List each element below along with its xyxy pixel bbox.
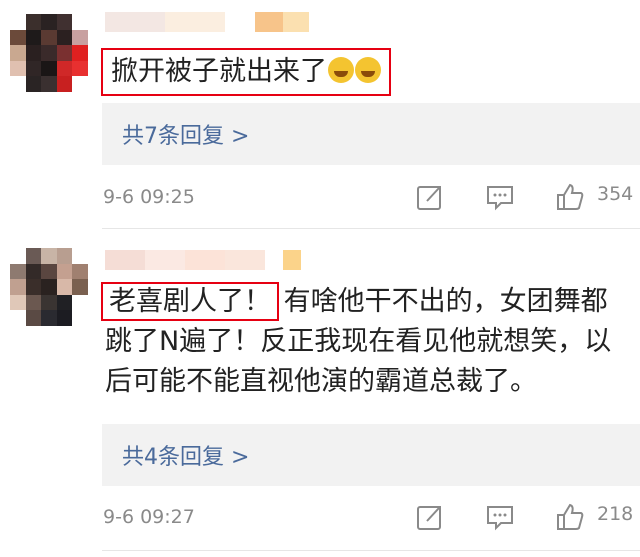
comment-meta: 9-6 09:27 218 bbox=[103, 500, 640, 534]
like-count: 218 bbox=[597, 503, 634, 525]
view-replies-link[interactable]: 共7条回复 > bbox=[122, 118, 249, 150]
action-bar: 354 bbox=[415, 180, 640, 214]
divider bbox=[102, 550, 640, 551]
avatar-blurred[interactable] bbox=[10, 14, 88, 92]
laughing-emoji-icon bbox=[355, 56, 381, 83]
like-icon[interactable] bbox=[555, 502, 585, 532]
replies-box: 共4条回复 > bbox=[102, 424, 640, 486]
divider bbox=[102, 228, 640, 229]
timestamp: 9-6 09:25 bbox=[103, 186, 195, 208]
crying-laughing-emoji-icon bbox=[328, 56, 354, 83]
comment-text-body: 掀开被子就出来了 bbox=[111, 56, 327, 87]
comment-1: 掀开被子就出来了 共7条回复 > 9-6 09:25 354 bbox=[0, 0, 640, 230]
replies-box: 共7条回复 > bbox=[102, 103, 640, 165]
avatar-blurred[interactable] bbox=[10, 248, 88, 326]
comment-text: 老喜剧人了！ 有啥他干不出的，女团舞都跳了N遍了！反正我现在看见他就想笑，以后可… bbox=[101, 282, 634, 402]
like-count: 354 bbox=[597, 183, 634, 205]
comment-icon[interactable] bbox=[485, 182, 515, 212]
share-icon[interactable] bbox=[415, 502, 445, 532]
username-blurred[interactable] bbox=[105, 250, 301, 270]
comment-text: 掀开被子就出来了 bbox=[101, 48, 634, 96]
share-icon[interactable] bbox=[415, 182, 445, 212]
highlighted-phrase: 老喜剧人了！ bbox=[101, 282, 279, 321]
highlighted-comment: 掀开被子就出来了 bbox=[101, 48, 391, 96]
username-blurred[interactable] bbox=[105, 12, 309, 32]
timestamp: 9-6 09:27 bbox=[103, 506, 195, 528]
comment-meta: 9-6 09:25 354 bbox=[103, 180, 640, 214]
comment-2: 老喜剧人了！ 有啥他干不出的，女团舞都跳了N遍了！反正我现在看见他就想笑，以后可… bbox=[0, 230, 640, 557]
view-replies-link[interactable]: 共4条回复 > bbox=[122, 439, 249, 471]
action-bar: 218 bbox=[415, 500, 640, 534]
comment-icon[interactable] bbox=[485, 502, 515, 532]
like-icon[interactable] bbox=[555, 182, 585, 212]
